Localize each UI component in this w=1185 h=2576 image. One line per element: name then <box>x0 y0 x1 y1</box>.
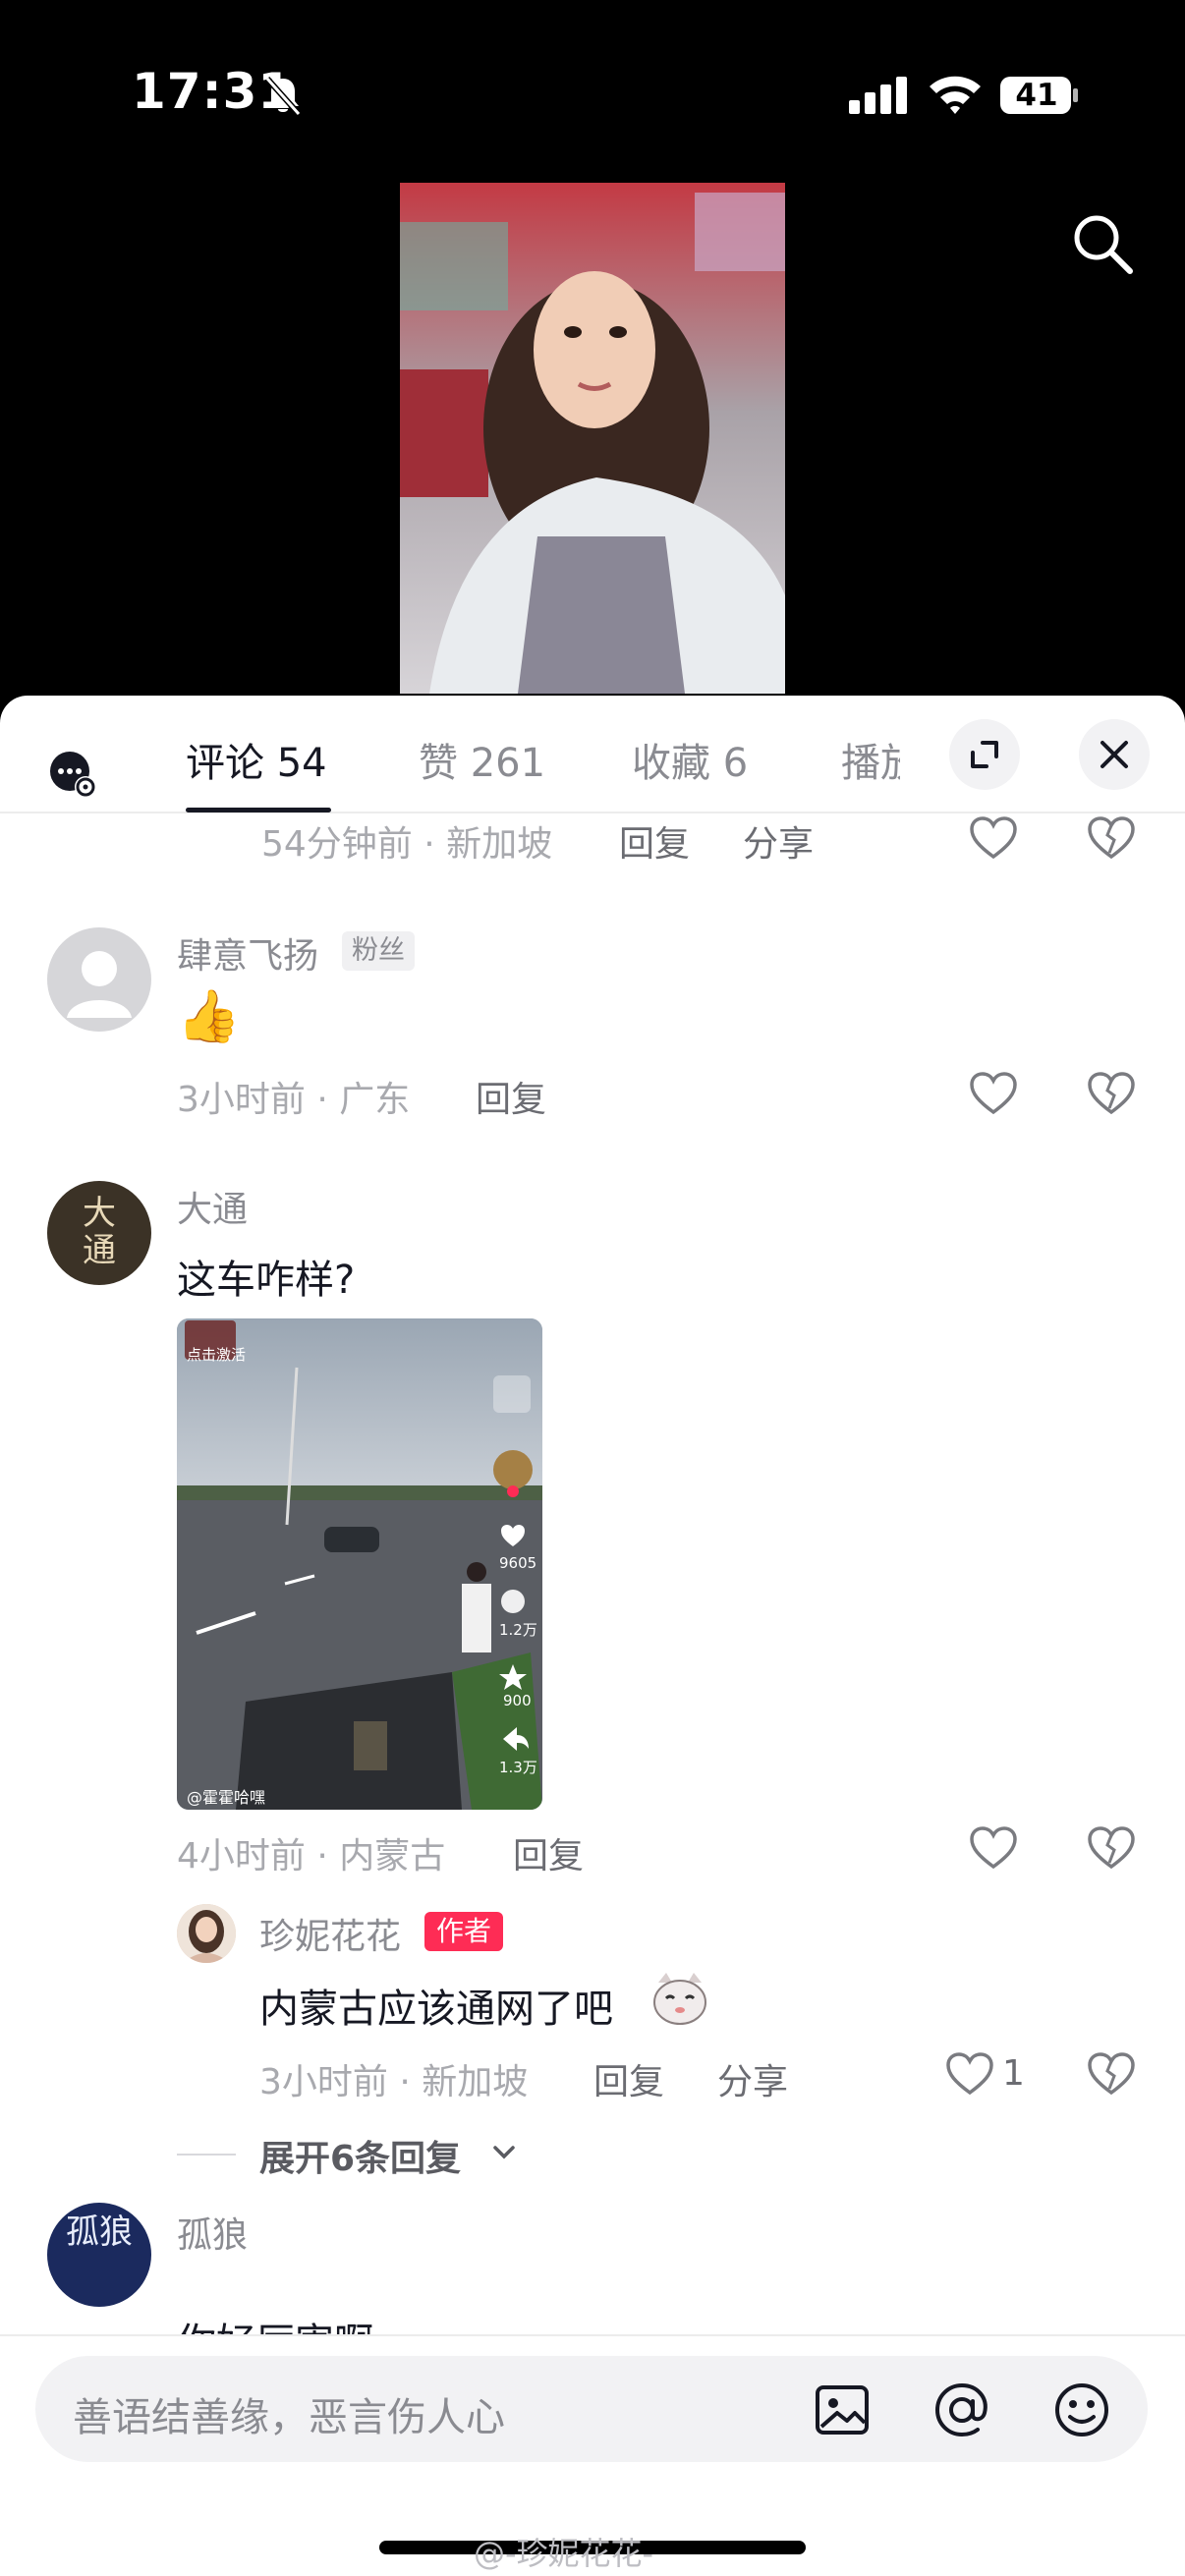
comment-username[interactable]: 肆意飞扬 <box>177 927 318 979</box>
avatar[interactable]: 孤狼 <box>47 2203 151 2307</box>
reply-text: 内蒙古应该通网了吧 <box>259 1987 613 2032</box>
image-icon[interactable] <box>812 2380 873 2440</box>
dislike-broken-heart-icon[interactable] <box>1087 815 1136 861</box>
tab-comments[interactable]: 评论 54 <box>186 731 327 788</box>
search-icon[interactable] <box>1067 208 1138 279</box>
watermark-text: @-珍妮花花- <box>474 2535 654 2572</box>
expand-button[interactable] <box>949 719 1020 790</box>
like-heart-icon[interactable] <box>945 2051 994 2097</box>
comment-text: 这车咋样? <box>177 1258 356 1303</box>
like-heart-icon[interactable] <box>969 1825 1018 1871</box>
close-icon <box>1100 741 1128 768</box>
author-avatar-image <box>177 1904 236 1963</box>
image-stars-count: 900 <box>503 1692 532 1709</box>
close-button[interactable] <box>1079 719 1150 790</box>
video-frame-image <box>400 183 785 694</box>
video-preview[interactable] <box>400 183 785 694</box>
reply-button[interactable]: 回复 <box>476 1071 546 1122</box>
reply-button[interactable]: 回复 <box>593 2053 664 2104</box>
image-watermark: @霍霍哈嘿 <box>187 1788 266 1807</box>
avatar[interactable] <box>47 1623 151 1727</box>
bell-muted-icon <box>264 77 302 116</box>
dislike-broken-heart-icon[interactable] <box>1087 1071 1136 1116</box>
tab-favorites[interactable]: 收藏 6 <box>632 731 748 788</box>
avatar-text: 大通 <box>83 1194 116 1270</box>
comment-username[interactable]: 大通 <box>177 1181 248 1232</box>
dislike-broken-heart-icon[interactable] <box>1087 2051 1136 2097</box>
comment-settings-icon[interactable] <box>49 751 98 800</box>
image-top-label: 点击激活 <box>187 1346 247 1364</box>
comment-input-bar: 善语结善缘，恶言伤人心 @-珍妮花花- <box>0 2334 1185 2576</box>
author-badge: 作者 <box>424 1912 504 1951</box>
reply-button[interactable]: 回复 <box>619 815 690 867</box>
comment-text: 👍 <box>177 987 241 1046</box>
comment-time-location: 54分钟前 · 新加坡 <box>261 824 553 865</box>
comment-text: 你好厉害啊 <box>177 2311 373 2334</box>
comment-image-scene <box>177 1318 542 1810</box>
share-button[interactable]: 分享 <box>743 815 814 867</box>
avatar-text: 孤狼 <box>66 2212 133 2252</box>
comment-time-location: 3小时前 · 广东 <box>177 1080 411 1120</box>
like-heart-icon[interactable] <box>969 815 1018 861</box>
battery-level: 41 <box>1015 78 1058 113</box>
image-likes-count: 9605 <box>499 1554 537 1572</box>
tab-plays[interactable]: 播放 <box>841 731 900 788</box>
image-comments-count: 1.2万 <box>499 1621 537 1639</box>
expand-replies-button[interactable]: 展开6条回复 <box>259 2130 461 2181</box>
tab-likes[interactable]: 赞 261 <box>419 731 545 788</box>
input-placeholder: 善语结善缘，恶言伤人心 <box>73 2395 505 2440</box>
mention-icon[interactable] <box>931 2380 992 2440</box>
image-shares-count: 1.3万 <box>499 1759 537 1776</box>
cat-emoji-icon <box>653 1973 706 2025</box>
comment-image[interactable]: 点击激活 9605 1.2万 900 1.3万 @霍霍哈嘿 <box>177 1318 542 1810</box>
fan-badge: 粉丝 <box>342 931 415 971</box>
wifi-icon <box>930 76 981 114</box>
avatar-default[interactable] <box>47 927 151 1032</box>
share-button[interactable]: 分享 <box>717 2053 788 2104</box>
emoji-icon[interactable] <box>1051 2380 1112 2440</box>
like-heart-icon[interactable] <box>969 1071 1018 1116</box>
reply-time-location: 3小时前 · 新加坡 <box>259 2062 529 2102</box>
expand-divider <box>177 2154 236 2156</box>
dislike-broken-heart-icon[interactable] <box>1087 1825 1136 1871</box>
reply-like-count: 1 <box>1002 2053 1025 2094</box>
comment-username[interactable]: 孤狼 <box>177 2207 248 2258</box>
reply-button[interactable]: 回复 <box>513 1827 584 1878</box>
chevron-down-icon <box>493 2146 515 2159</box>
avatar[interactable]: 大通 <box>47 1181 151 1285</box>
reply-username[interactable]: 珍妮花花 <box>259 1908 401 1959</box>
comment-input[interactable]: 善语结善缘，恶言伤人心 <box>35 2356 1148 2462</box>
expand-icon <box>971 741 998 768</box>
active-tab-indicator <box>186 808 331 812</box>
default-user-icon <box>67 951 132 1018</box>
comment-item-partial: 孤狼 孤狼 你好厉害啊 <box>0 2201 1185 2334</box>
cellular-signal-icon <box>849 77 907 114</box>
avatar-author[interactable] <box>177 1904 236 1963</box>
comment-time-location: 4小时前 · 内蒙古 <box>177 1836 446 1876</box>
comment-tabbar: 评论 54 赞 261 收藏 6 播放 <box>0 696 1185 813</box>
